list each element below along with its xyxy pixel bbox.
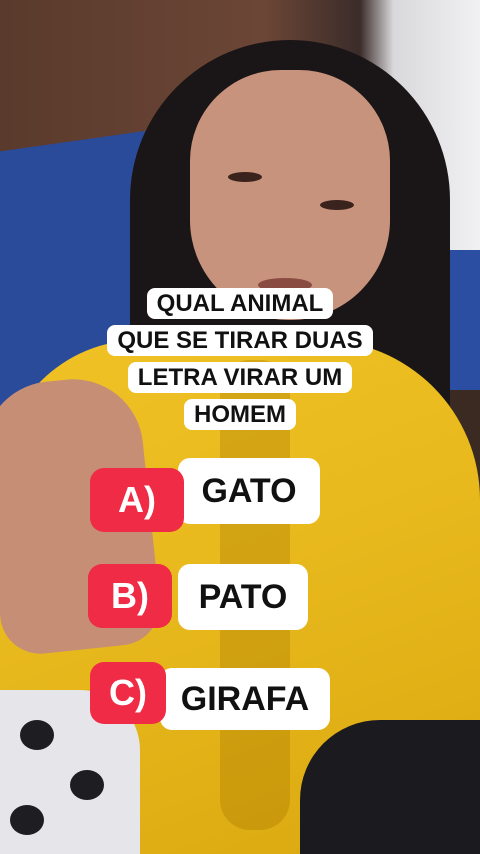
- panda-spot: [10, 805, 44, 835]
- option-b-label[interactable]: PATO: [178, 564, 308, 630]
- option-b-letter[interactable]: B): [88, 564, 172, 628]
- left-eye: [228, 172, 262, 182]
- question-line: QUAL ANIMAL: [40, 285, 440, 322]
- option-a-label[interactable]: GATO: [178, 458, 320, 524]
- question-line: HOMEM: [40, 396, 440, 433]
- question-line: QUE SE TIRAR DUAS: [40, 322, 440, 359]
- panda-spot: [70, 770, 104, 800]
- option-a-letter[interactable]: A): [90, 468, 184, 532]
- question-line: LETRA VIRAR UM: [40, 359, 440, 396]
- question-text: QUAL ANIMAL QUE SE TIRAR DUAS LETRA VIRA…: [40, 285, 440, 433]
- option-c-label[interactable]: GIRAFA: [160, 668, 330, 730]
- dark-pants: [300, 720, 480, 854]
- panda-spot: [20, 720, 54, 750]
- right-eye: [320, 200, 354, 210]
- option-c-letter[interactable]: C): [90, 662, 166, 724]
